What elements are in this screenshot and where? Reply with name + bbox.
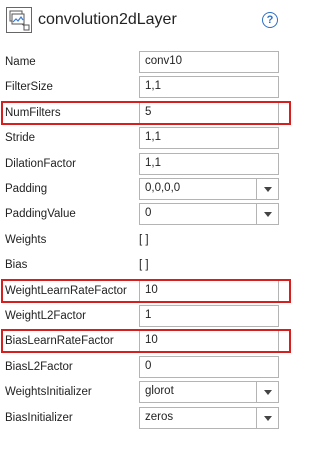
name-field[interactable]: conv10 [139,51,279,73]
property-row-padding-value: PaddingValue 0 [0,203,294,227]
property-label-bias-learn-rate-factor: BiasLearnRateFactor [5,335,114,347]
property-label-num-filters: NumFilters [5,107,61,119]
weight-learn-rate-factor-field[interactable]: 10 [139,280,279,302]
panel-header: convolution2dLayer ? [0,0,294,40]
chevron-down-icon[interactable] [256,204,278,224]
property-label-filter-size: FilterSize [5,81,53,93]
weights-value: [ ] [139,234,149,246]
property-row-dilation-factor: DilationFactor 1,1 [0,153,294,177]
property-row-name: Name conv10 [0,51,294,75]
property-row-bias-learn-rate-factor: BiasLearnRateFactor 10 [0,330,294,354]
weight-l2-factor-field[interactable]: 1 [139,305,279,327]
bias-value: [ ] [139,259,149,271]
num-filters-field[interactable]: 5 [139,102,279,124]
padding-value-dropdown[interactable]: 0 [139,203,279,225]
bias-l2-factor-field[interactable]: 0 [139,356,279,378]
property-row-weights-initializer: WeightsInitializer glorot [0,381,294,405]
padding-value-selected-value: 0 [145,207,152,219]
bias-initializer-selected-value: zeros [145,411,174,423]
dilation-factor-field[interactable]: 1,1 [139,153,279,175]
stride-field[interactable]: 1,1 [139,127,279,149]
property-row-weight-learn-rate-factor: WeightLearnRateFactor 10 [0,280,294,304]
property-row-weights: Weights [ ] [0,229,294,253]
property-label-padding-value: PaddingValue [5,208,76,220]
padding-dropdown[interactable]: 0,0,0,0 [139,178,279,200]
property-label-weights: Weights [5,234,47,246]
property-label-name: Name [5,56,36,68]
property-row-bias-initializer: BiasInitializer zeros [0,407,294,431]
layer-type-title: convolution2dLayer [38,11,177,28]
layer-graphic-icon [6,7,32,33]
property-label-bias-l2-factor: BiasL2Factor [5,361,73,373]
chevron-down-icon[interactable] [256,382,278,402]
filter-size-field[interactable]: 1,1 [139,76,279,98]
property-label-weight-l2-factor: WeightL2Factor [5,310,86,322]
chevron-down-icon[interactable] [256,179,278,199]
property-row-bias: Bias [ ] [0,254,294,278]
bias-initializer-dropdown[interactable]: zeros [139,407,279,429]
padding-selected-value: 0,0,0,0 [145,182,181,194]
property-label-weights-initializer: WeightsInitializer [5,386,92,398]
property-label-bias: Bias [5,259,28,271]
property-row-padding: Padding 0,0,0,0 [0,178,294,202]
property-row-num-filters: NumFilters 5 [0,102,294,126]
bias-learn-rate-factor-field[interactable]: 10 [139,330,279,352]
property-row-weight-l2-factor: WeightL2Factor 1 [0,305,294,329]
property-row-stride: Stride 1,1 [0,127,294,151]
property-row-bias-l2-factor: BiasL2Factor 0 [0,356,294,380]
property-label-padding: Padding [5,183,48,195]
property-label-weight-learn-rate-factor: WeightLearnRateFactor [5,285,127,297]
property-label-bias-initializer: BiasInitializer [5,412,73,424]
weights-initializer-selected-value: glorot [145,385,174,397]
chevron-down-icon[interactable] [256,408,278,428]
weights-initializer-dropdown[interactable]: glorot [139,381,279,403]
property-row-filter-size: FilterSize 1,1 [0,76,294,100]
help-icon[interactable]: ? [262,12,278,28]
property-label-dilation-factor: DilationFactor [5,158,76,170]
property-label-stride: Stride [5,132,36,144]
